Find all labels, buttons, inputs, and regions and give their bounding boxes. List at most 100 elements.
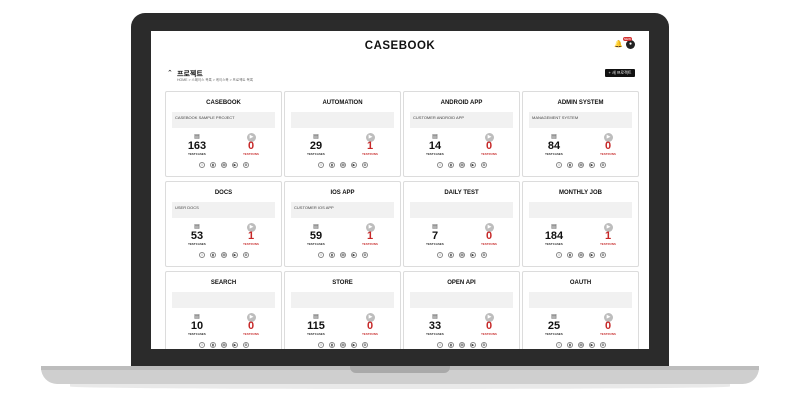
- chart-icon[interactable]: ▮: [448, 252, 454, 258]
- info-icon[interactable]: i: [318, 162, 324, 168]
- testcase-count: 84: [547, 140, 561, 152]
- testruns-label: TESTRUNS: [600, 332, 616, 336]
- project-name[interactable]: DOCS: [166, 190, 281, 196]
- settings-icon[interactable]: ⚙: [481, 252, 487, 258]
- chart-icon[interactable]: ▮: [210, 162, 216, 168]
- settings-icon[interactable]: ⚙: [481, 162, 487, 168]
- testcase-icon[interactable]: ▤: [221, 162, 227, 168]
- info-icon[interactable]: i: [318, 342, 324, 348]
- chart-icon[interactable]: ▮: [210, 342, 216, 348]
- project-card[interactable]: ANDROID APP CUSTOMER ANDROID APP ▤ ▶ 14 0 TEST…: [403, 91, 520, 177]
- breadcrumb[interactable]: HOME > 스페이스 목록 > 케이스북 > 프로젝트 목록: [177, 78, 253, 83]
- chart-icon[interactable]: ▮: [329, 252, 335, 258]
- testcase-icon[interactable]: ▤: [578, 162, 584, 168]
- testcase-icon[interactable]: ▤: [340, 252, 346, 258]
- project-card[interactable]: OPEN API ▤ ▶ 33 0 TESTCASES TESTRUNS i ▮ ▤ ▶ ⚙: [403, 271, 520, 349]
- project-card[interactable]: OAUTH ▤ ▶ 25 0 TESTCASES TESTRUNS i ▮ ▤ ▶ ⚙: [522, 271, 639, 349]
- testrun-icon[interactable]: ▶: [470, 162, 476, 168]
- testrun-icon[interactable]: ▶: [470, 252, 476, 258]
- settings-icon[interactable]: ⚙: [362, 162, 368, 168]
- testrun-count: 0: [604, 320, 612, 332]
- project-name[interactable]: MONTHLY JOB: [523, 190, 638, 196]
- project-card[interactable]: STORE ▤ ▶ 115 0 TESTCASES TESTRUNS i ▮ ▤ ▶ ⚙: [284, 271, 401, 349]
- testrun-icon[interactable]: ▶: [589, 162, 595, 168]
- settings-icon[interactable]: ⚙: [481, 342, 487, 348]
- testcase-icon[interactable]: ▤: [340, 342, 346, 348]
- chart-icon[interactable]: ▮: [329, 342, 335, 348]
- info-icon[interactable]: i: [556, 252, 562, 258]
- project-card[interactable]: MONTHLY JOB ▤ ▶ 184 1 TESTCASES TESTRUNS i ▮ ▤ ▶ ⚙: [522, 181, 639, 267]
- card-actions: i ▮ ▤ ▶ ⚙: [437, 342, 489, 349]
- testcase-count: 163: [187, 140, 207, 152]
- chart-icon[interactable]: ▮: [448, 342, 454, 348]
- testrun-icon[interactable]: ▶: [470, 342, 476, 348]
- chart-icon[interactable]: ▮: [448, 162, 454, 168]
- settings-icon[interactable]: ⚙: [362, 342, 368, 348]
- info-icon[interactable]: i: [437, 342, 443, 348]
- chevron-up-icon[interactable]: ⌃: [167, 69, 173, 77]
- chart-icon[interactable]: ▮: [567, 342, 573, 348]
- chart-icon[interactable]: ▮: [567, 252, 573, 258]
- testruns-label: TESTRUNS: [362, 332, 378, 336]
- laptop-notch: [350, 366, 450, 373]
- project-card[interactable]: CASEBOOK CASEBOOK SAMPLE PROJECT ▤ ▶ 163 0 TES…: [165, 91, 282, 177]
- info-icon[interactable]: i: [556, 162, 562, 168]
- project-card[interactable]: SEARCH ▤ ▶ 10 0 TESTCASES TESTRUNS i ▮ ▤ ▶ ⚙: [165, 271, 282, 349]
- project-name[interactable]: AUTOMATION: [285, 100, 400, 106]
- info-icon[interactable]: i: [199, 252, 205, 258]
- testrun-icon[interactable]: ▶: [232, 252, 238, 258]
- settings-icon[interactable]: ⚙: [243, 252, 249, 258]
- testcase-icon[interactable]: ▤: [221, 252, 227, 258]
- project-name[interactable]: CASEBOOK: [166, 100, 281, 106]
- chart-icon[interactable]: ▮: [567, 162, 573, 168]
- info-icon[interactable]: i: [556, 342, 562, 348]
- testrun-icon[interactable]: ▶: [589, 342, 595, 348]
- project-name[interactable]: ADMIN SYSTEM: [523, 100, 638, 106]
- testcase-icon[interactable]: ▤: [459, 342, 465, 348]
- testrun-icon[interactable]: ▶: [232, 342, 238, 348]
- testcase-icon[interactable]: ▤: [578, 342, 584, 348]
- settings-icon[interactable]: ⚙: [600, 342, 606, 348]
- project-name[interactable]: DAILY TEST: [404, 190, 519, 196]
- testcases-label: TESTCASES: [188, 152, 206, 156]
- settings-icon[interactable]: ⚙: [600, 162, 606, 168]
- project-card[interactable]: DAILY TEST ▤ ▶ 7 0 TESTCASES TESTRUNS i ▮ ▤ ▶ ⚙: [403, 181, 520, 267]
- info-icon[interactable]: i: [199, 342, 205, 348]
- testrun-icon[interactable]: ▶: [351, 342, 357, 348]
- project-name[interactable]: STORE: [285, 280, 400, 286]
- project-name[interactable]: OAUTH: [523, 280, 638, 286]
- testrun-icon[interactable]: ▶: [351, 162, 357, 168]
- testrun-count: 1: [247, 230, 255, 242]
- app-logo[interactable]: CASEBOOK: [151, 40, 649, 52]
- settings-icon[interactable]: ⚙: [600, 252, 606, 258]
- settings-icon[interactable]: ⚙: [243, 162, 249, 168]
- project-card[interactable]: DOCS USER DOCS ▤ ▶ 53 1 TESTCASES TESTRUNS i ▮ ▤ ▶ ⚙: [165, 181, 282, 267]
- project-card[interactable]: ADMIN SYSTEM MANAGEMENT SYSTEM ▤ ▶ 84 0 TESTCA…: [522, 91, 639, 177]
- profile-icon[interactable]: ●: [626, 40, 635, 49]
- settings-icon[interactable]: ⚙: [243, 342, 249, 348]
- project-name[interactable]: ANDROID APP: [404, 100, 519, 106]
- info-icon[interactable]: i: [437, 162, 443, 168]
- chart-icon[interactable]: ▮: [329, 162, 335, 168]
- project-card[interactable]: IOS APP CUSTOMER IOS APP ▤ ▶ 59 1 TESTCASES TES…: [284, 181, 401, 267]
- project-name[interactable]: SEARCH: [166, 280, 281, 286]
- testcase-count: 14: [428, 140, 442, 152]
- info-icon[interactable]: i: [437, 252, 443, 258]
- bell-icon[interactable]: 🔔: [614, 40, 623, 49]
- testrun-icon[interactable]: ▶: [351, 252, 357, 258]
- project-name[interactable]: IOS APP: [285, 190, 400, 196]
- testrun-icon[interactable]: ▶: [589, 252, 595, 258]
- testcase-icon[interactable]: ▤: [459, 252, 465, 258]
- testcase-icon[interactable]: ▤: [459, 162, 465, 168]
- new-project-button[interactable]: + 새 프로젝트: [605, 69, 635, 77]
- info-icon[interactable]: i: [199, 162, 205, 168]
- project-card[interactable]: AUTOMATION ▤ ▶ 29 1 TESTCASES TESTRUNS i ▮ ▤ ▶ ⚙: [284, 91, 401, 177]
- project-name[interactable]: OPEN API: [404, 280, 519, 286]
- testcase-icon[interactable]: ▤: [221, 342, 227, 348]
- testcase-icon[interactable]: ▤: [340, 162, 346, 168]
- info-icon[interactable]: i: [318, 252, 324, 258]
- testcase-icon[interactable]: ▤: [578, 252, 584, 258]
- settings-icon[interactable]: ⚙: [362, 252, 368, 258]
- testrun-icon[interactable]: ▶: [232, 162, 238, 168]
- chart-icon[interactable]: ▮: [210, 252, 216, 258]
